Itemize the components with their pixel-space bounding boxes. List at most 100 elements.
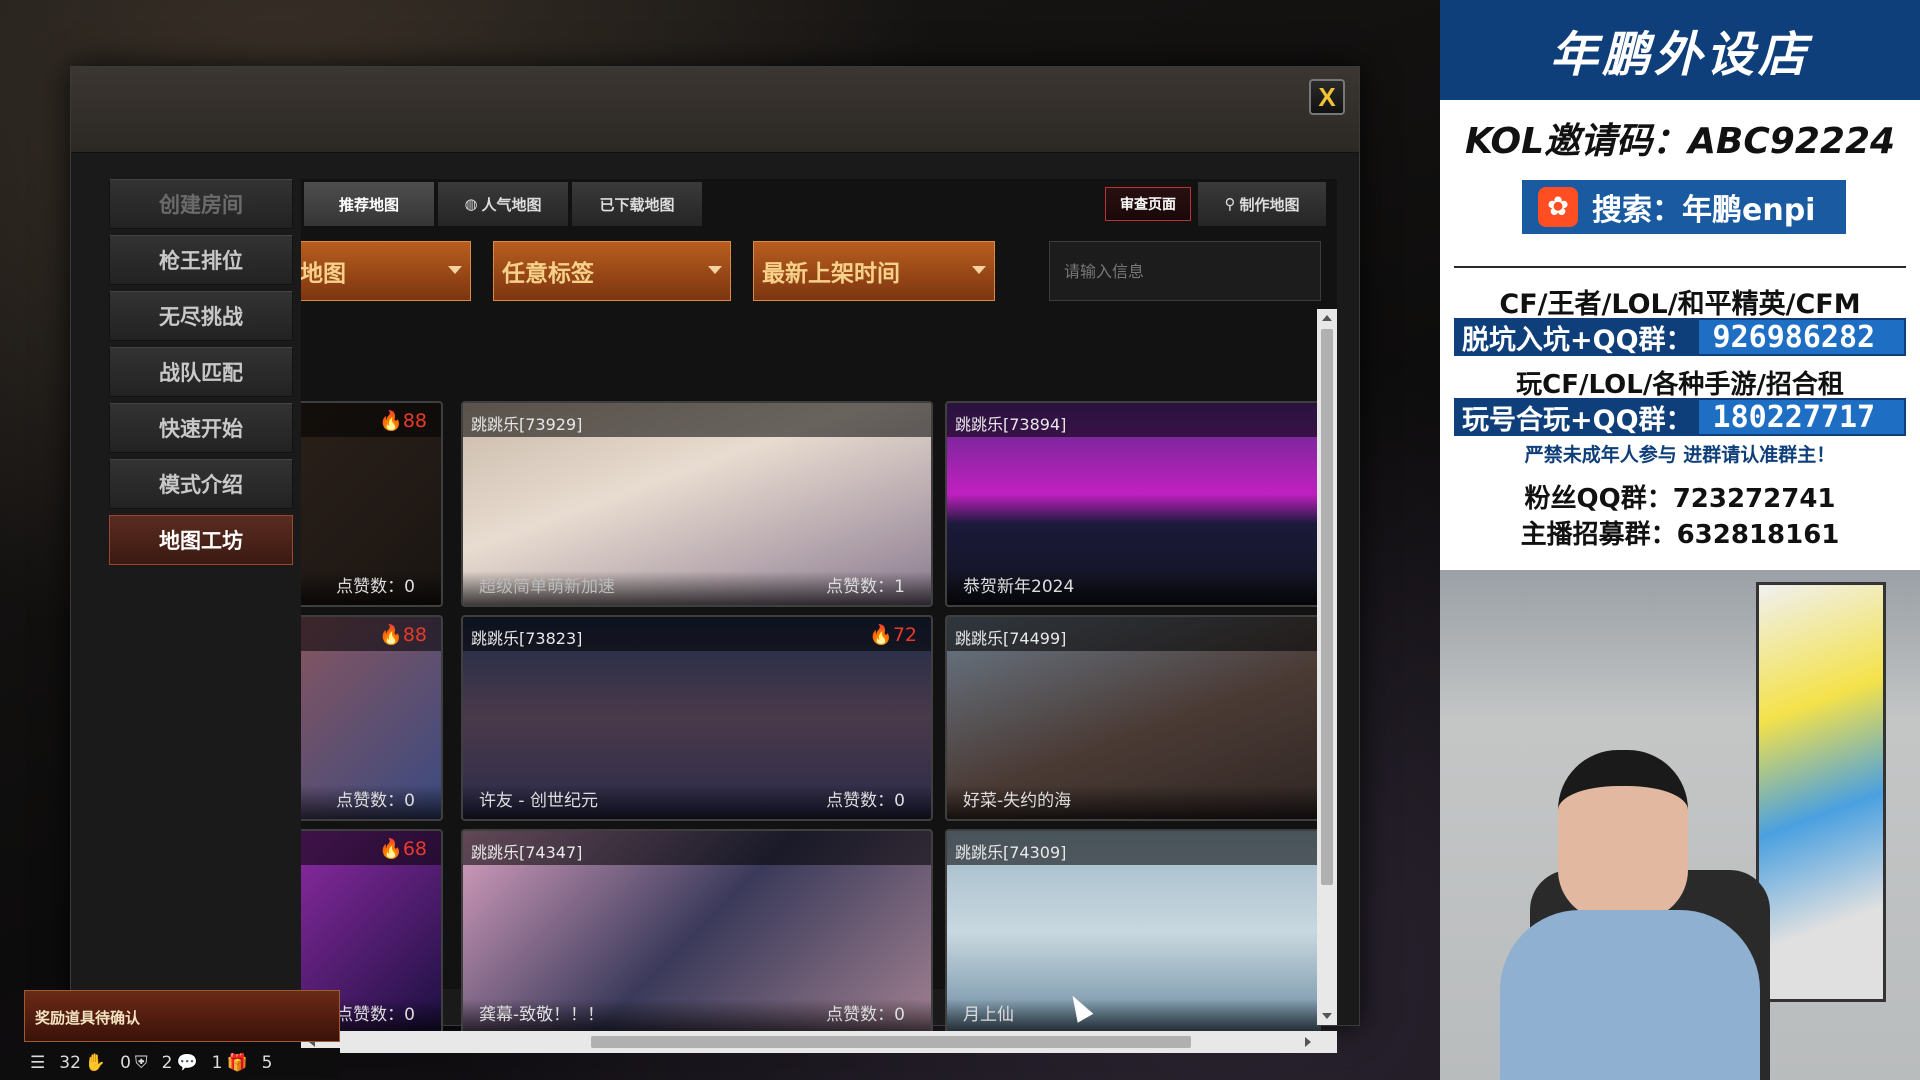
status-bar: ☰ 32 ✋ 0 ⛨ 2 💬 1 🎁 5 [24,1048,340,1078]
search-banner-text: 搜索：年鹏enpi [1592,193,1816,228]
gift-icon: 🎁 [226,1053,248,1073]
tag-dropdown[interactable]: 任意标签 [493,241,731,301]
hot-value: 68 [402,838,427,860]
sidebar-item-mode-intro[interactable]: 模式介绍 [109,459,293,509]
card-header: 跳跳乐[74499] [947,617,1321,651]
tab-bar: 推荐地图 ◍ 人气地图 已下载地图 审查页面 ⚲ 制作地图 [301,179,1337,229]
shield-icon: ⛨ [134,1053,148,1073]
games-line: CF/王者/LOL/和平精英/CFM [1499,289,1861,320]
workshop-content: 推荐地图 ◍ 人气地图 已下载地图 审查页面 ⚲ 制作地图 地图 任意标签 最新上架… [301,179,1337,1053]
card-name: 恭贺新年2024 [963,577,1075,597]
map-card[interactable]: 跳跳乐[73894] 恭贺新年2024 [945,401,1321,607]
horizontal-scrollbar[interactable] [301,1031,1337,1053]
scroll-down-icon[interactable] [1322,1013,1332,1019]
map-grid: 🔥88 点赞数：0 跳跳乐[73929] 超级简单萌新加速 点赞数：1 跳跳乐[7… [301,401,1321,1031]
card-id: 跳跳乐[74347] [471,843,583,862]
hand-icon: ✋ [84,1053,107,1073]
card-id: 跳跳乐[73929] [471,415,583,434]
card-name: 许友 - 创世纪元 [479,791,598,811]
map-card[interactable]: 🔥88 点赞数：0 [301,401,443,607]
review-page-button[interactable]: 审查页面 [1105,187,1191,221]
streamer-head [1558,750,1688,920]
tab-downloaded[interactable]: 已下载地图 [571,181,703,227]
tab-popular-label: 人气地图 [481,195,542,214]
kuaishou-icon: ✿ [1538,187,1578,227]
card-id: 跳跳乐[74499] [955,629,1067,648]
qq-group-1-number: 926986282 [1698,320,1904,355]
card-footer: 许友 - 创世纪元 点赞数：0 [463,785,931,819]
stat-value: 0 [120,1053,131,1073]
card-id: 跳跳乐[74309] [955,843,1067,862]
card-footer: 好菜-失约的海 [947,785,1321,819]
globe-icon: ◍ [464,195,478,213]
sidebar-item-ranked[interactable]: 枪王排位 [109,235,293,285]
tab-popular[interactable]: ◍ 人气地图 [437,181,569,227]
map-card[interactable]: 🔥88 点赞数：0 [301,615,443,821]
card-header: 跳跳乐[73823] 🔥72 [463,617,931,651]
vertical-scrollbar[interactable] [1317,309,1337,1025]
card-footer: 龚幕-致敬！！！ 点赞数：0 [463,999,931,1031]
card-header: 跳跳乐[74347] [463,831,931,865]
tab-recommended[interactable]: 推荐地图 [303,181,435,227]
card-likes: 点赞数：0 [336,1005,415,1025]
create-map-button[interactable]: ⚲ 制作地图 [1197,181,1327,227]
card-footer: 月上仙 [947,999,1321,1031]
sidebar-item-team-match[interactable]: 战队匹配 [109,347,293,397]
scroll-right-icon[interactable] [1305,1037,1311,1047]
dialog-header [71,67,1359,153]
chevron-down-icon [708,266,722,274]
map-card[interactable]: 跳跳乐[74347] 龚幕-致敬！！！ 点赞数：0 [461,829,933,1031]
chevron-down-icon [972,266,986,274]
card-footer: 恭贺新年2024 [947,571,1321,605]
card-name: 超级简单萌新加速 [479,577,615,597]
close-button[interactable]: X [1309,79,1345,115]
stream-overlay: 年鹏外设店 KOL邀请码：ABC92224 ✿ 搜索：年鹏enpi CF/王者/… [1440,0,1920,1080]
card-header: 🔥68 [301,831,441,865]
qq-group-2: 玩号合玩+QQ群： 180227717 [1454,398,1906,436]
scroll-up-icon[interactable] [1322,315,1332,321]
card-likes: 点赞数：0 [336,791,415,811]
stat-value: 32 [59,1053,81,1073]
card-likes: 点赞数：0 [826,791,905,811]
reward-pending-notice[interactable]: 奖励道具待确认 [24,990,340,1042]
create-map-label: 制作地图 [1239,195,1300,214]
card-likes: 点赞数：0 [826,1005,905,1025]
map-card[interactable]: 跳跳乐[73823] 🔥72 许友 - 创世纪元 点赞数：0 [461,615,933,821]
divider [1454,266,1906,268]
scrollbar-thumb[interactable] [591,1036,1191,1048]
stat-value: 1 [211,1053,223,1073]
rental-line: 玩CF/LOL/各种手游/招合租 [1516,370,1844,400]
sidebar-item-create-room[interactable]: 创建房间 [109,179,293,229]
card-header: 跳跳乐[74309] [947,831,1321,865]
sidebar-item-endless[interactable]: 无尽挑战 [109,291,293,341]
menu-icon[interactable]: ☰ [30,1053,45,1073]
hot-value: 72 [892,624,917,646]
map-workshop-dialog: X 创建房间 枪王排位 无尽挑战 战队匹配 快速开始 模式介绍 地图工坊 推荐地… [70,66,1360,1053]
card-likes: 点赞数：1 [826,577,905,597]
map-type-dropdown[interactable]: 地图 [301,241,471,301]
sidebar-item-map-workshop[interactable]: 地图工坊 [109,515,293,565]
search-input[interactable] [1049,241,1321,301]
filter-bar: 地图 任意标签 最新上架时间 [301,241,1321,301]
map-card[interactable]: 跳跳乐[74309] 月上仙 [945,829,1321,1031]
hot-count: 🔥68 [379,838,427,860]
mode-sidebar: 创建房间 枪王排位 无尽挑战 战队匹配 快速开始 模式介绍 地图工坊 [109,179,295,571]
card-header: 跳跳乐[73929] [463,403,931,437]
map-card[interactable]: 跳跳乐[74499] 好菜-失约的海 [945,615,1321,821]
map-card[interactable]: 跳跳乐[73929] 超级简单萌新加速 点赞数：1 [461,401,933,607]
fans-group: 粉丝QQ群：723272741 [1524,484,1836,514]
scrollbar-thumb[interactable] [1321,329,1333,885]
stat-players: 32 ✋ [59,1053,106,1073]
card-id: 跳跳乐[73894] [955,415,1067,434]
card-name: 月上仙 [963,1005,1014,1025]
hot-value: 88 [402,410,427,432]
qq-group-2-number: 180227717 [1698,400,1904,435]
tag-value: 任意标签 [502,261,594,287]
shop-title: 年鹏外设店 [1440,0,1920,100]
sort-dropdown[interactable]: 最新上架时间 [753,241,995,301]
warning-text: 严禁未成年人参与 进群请认准群主！ [1524,444,1836,466]
card-likes: 点赞数：0 [336,577,415,597]
hot-count: 🔥88 [379,624,427,646]
sidebar-item-quick-start[interactable]: 快速开始 [109,403,293,453]
map-type-value: 地图 [301,261,346,287]
